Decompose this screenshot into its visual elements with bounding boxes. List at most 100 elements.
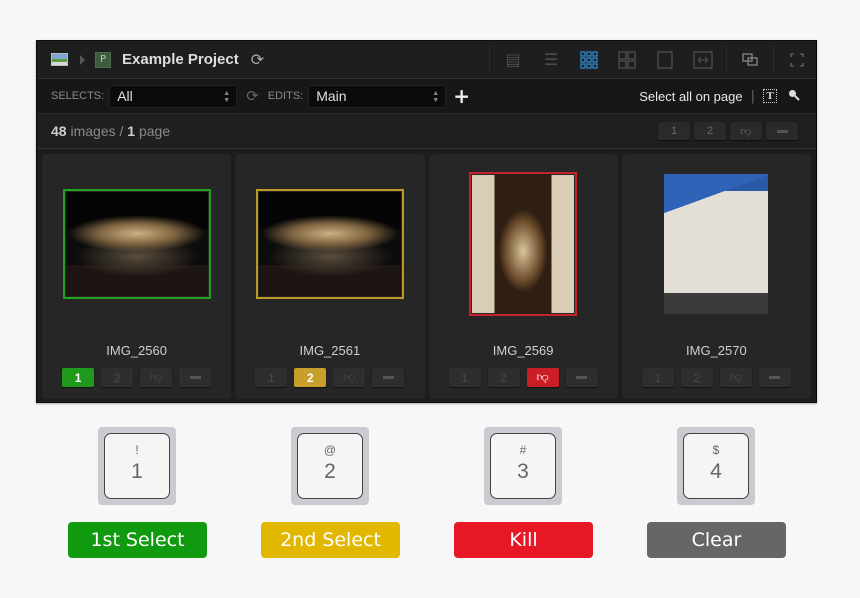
clear-button[interactable] — [758, 368, 791, 387]
key-3: #3 — [484, 427, 562, 505]
thumbnail-frame[interactable] — [62, 189, 211, 299]
selects-dropdown[interactable]: All ▲ ▼ — [109, 84, 238, 108]
dash-icon — [776, 129, 788, 133]
kill-button[interactable]: 👎︎ — [140, 368, 173, 387]
image-library-icon[interactable] — [51, 53, 68, 66]
thumbnail-frame[interactable] — [661, 171, 771, 317]
select2-button[interactable]: 2 — [101, 368, 134, 387]
text-overlay-icon[interactable]: T — [763, 89, 777, 103]
filter-clear-button[interactable] — [766, 122, 798, 140]
clear-button[interactable] — [372, 368, 405, 387]
detail-view-icon[interactable]: ▤ — [494, 41, 532, 78]
dash-icon — [576, 376, 588, 379]
legend-clear: Clear — [647, 522, 786, 558]
image-name: IMG_2560 — [106, 343, 167, 358]
key-number: 3 — [517, 460, 529, 483]
photo-browser-window: P Example Project ⟳ ▤ ☰ SELECTS: All ▲ ▼… — [36, 40, 817, 403]
selects-label: SELECTS: — [51, 90, 105, 102]
select1-button[interactable]: 1 — [62, 368, 95, 387]
overlay-icon[interactable] — [731, 41, 769, 78]
thumbs-down-icon: 👎︎ — [150, 370, 163, 384]
legend-kill: Kill — [454, 522, 593, 558]
thumbnail-area — [429, 154, 618, 334]
image-card[interactable]: IMG_2561 1 2 👎︎ — [235, 154, 425, 399]
page-word: page — [138, 123, 171, 139]
archway-photo — [472, 175, 575, 313]
rating-buttons: 1 2 👎︎ — [429, 368, 618, 387]
search-icon[interactable] — [788, 89, 800, 104]
image-name: IMG_2569 — [492, 343, 554, 358]
select2-button[interactable]: 2 — [680, 368, 713, 387]
dash-icon — [189, 376, 201, 379]
thumbs-down-icon: 👎︎ — [343, 370, 356, 384]
slash: / — [119, 123, 124, 139]
thumbnail-grid: IMG_2560 1 2 👎︎ IMG_2561 1 2 👎︎ IMG_2569… — [37, 150, 816, 402]
key-2: @2 — [291, 427, 369, 505]
kill-button[interactable]: 👎︎ — [719, 368, 752, 387]
thumbs-down-icon: 👎︎ — [740, 125, 752, 138]
night-monument-photo — [65, 192, 208, 296]
divider — [726, 45, 727, 74]
sync-icon[interactable]: ⟳ — [246, 87, 259, 105]
add-edit-button[interactable]: + — [453, 84, 470, 108]
key-4: $4 — [677, 427, 755, 505]
legend-1st-select: 1st Select — [68, 522, 207, 558]
thumbnail-area — [622, 154, 811, 334]
status-bar: 48 images / 1 page 1 2 👎︎ — [37, 114, 816, 149]
rating-buttons: 1 2 👎︎ — [42, 368, 231, 387]
large-grid-view-icon[interactable] — [608, 41, 646, 78]
rating-filter-group: 1 2 👎︎ — [658, 122, 798, 140]
small-grid-view-icon[interactable] — [570, 41, 608, 78]
dash-icon — [769, 376, 781, 379]
edits-dropdown[interactable]: Main ▲ ▼ — [308, 84, 447, 108]
single-view-icon[interactable] — [646, 41, 684, 78]
divider — [773, 45, 774, 74]
select2-button[interactable]: 2 — [294, 368, 327, 387]
kill-button[interactable]: 👎︎ — [526, 368, 559, 387]
fullscreen-icon[interactable] — [778, 41, 816, 78]
rating-buttons: 1 2 👎︎ — [622, 368, 811, 387]
selects-value: All — [117, 88, 133, 104]
select-all-on-page-link[interactable]: Select all on page — [639, 89, 742, 104]
refresh-icon[interactable]: ⟳ — [251, 50, 264, 69]
select-arrows-icon: ▲ ▼ — [223, 89, 231, 104]
separator: | — [750, 88, 755, 104]
keyboard-shortcuts: ! 1 @2 #3 $4 — [0, 427, 860, 507]
key-shift-symbol: $ — [712, 443, 720, 457]
key-number: 1 — [131, 460, 143, 483]
view-mode-switcher: ▤ ☰ — [485, 41, 816, 78]
filter-kill-button[interactable]: 👎︎ — [730, 122, 762, 140]
key-number: 4 — [710, 460, 722, 483]
page-count: 1 — [127, 123, 136, 139]
image-card[interactable]: IMG_2560 1 2 👎︎ — [42, 154, 232, 399]
select1-button[interactable]: 1 — [255, 368, 288, 387]
key-shift-symbol: # — [519, 443, 527, 457]
key-shift-symbol: ! — [135, 443, 139, 457]
image-card[interactable]: IMG_2569 1 2 👎︎ — [428, 154, 618, 399]
clear-button[interactable] — [565, 368, 598, 387]
edits-label: EDITS: — [267, 90, 304, 102]
filter-select1-button[interactable]: 1 — [658, 122, 690, 140]
image-card[interactable]: IMG_2570 1 2 👎︎ — [621, 154, 811, 399]
key-shift-symbol: @ — [323, 443, 337, 457]
dash-icon — [382, 376, 394, 379]
select1-button[interactable]: 1 — [641, 368, 674, 387]
thumbs-down-icon: 👎︎ — [536, 370, 549, 384]
list-view-icon[interactable]: ☰ — [532, 41, 570, 78]
key-number: 2 — [324, 460, 336, 483]
thumbnail-frame[interactable] — [469, 172, 578, 316]
kill-button[interactable]: 👎︎ — [333, 368, 366, 387]
legend-2nd-select: 2nd Select — [261, 522, 400, 558]
select1-button[interactable]: 1 — [448, 368, 481, 387]
edits-value: Main — [316, 88, 347, 104]
breadcrumb-caret-icon — [80, 54, 85, 65]
clear-button[interactable] — [179, 368, 212, 387]
image-name: IMG_2570 — [686, 343, 747, 358]
select2-button[interactable]: 2 — [487, 368, 520, 387]
image-name: IMG_2561 — [299, 343, 361, 358]
compare-view-icon[interactable] — [684, 41, 722, 78]
thumbnail-frame[interactable] — [255, 189, 404, 299]
project-title: Example Project — [122, 51, 239, 68]
images-word: images — [70, 123, 116, 139]
filter-select2-button[interactable]: 2 — [694, 122, 726, 140]
